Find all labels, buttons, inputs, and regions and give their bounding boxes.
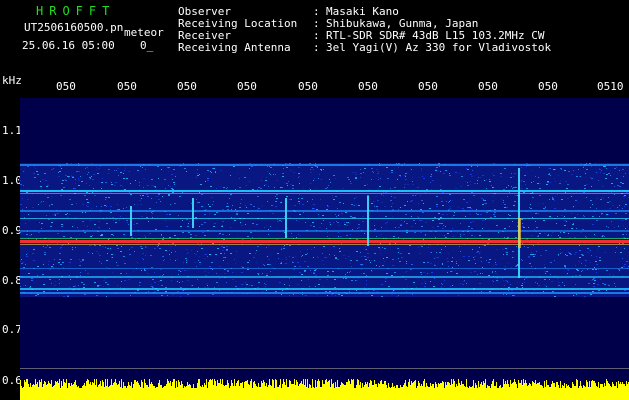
mode-label: meteor — [124, 26, 164, 39]
x-tick-label: 050 — [56, 80, 76, 93]
antenna-label: Receiving Antenna — [178, 41, 291, 54]
y-tick-label: 0.9 — [2, 224, 22, 237]
y-axis-unit: kHz — [2, 74, 22, 87]
x-tick-label: 050 — [117, 80, 137, 93]
x-tick-label: 050 — [358, 80, 378, 93]
file-name: UT2506160500.pn — [24, 21, 124, 34]
antenna-value: 3el Yagi(V) Az 330 for Vladivostok — [326, 41, 552, 54]
spectrogram-plot — [20, 98, 629, 400]
x-tick-label: 050 — [298, 80, 318, 93]
y-tick-label: 0.6 — [2, 374, 22, 387]
y-tick-label: 0.8 — [2, 274, 22, 287]
extra-label: 0_ — [140, 39, 154, 52]
x-tick-label: 0510 — [597, 80, 624, 93]
x-tick-label: 050 — [418, 80, 438, 93]
y-tick-label: 0.7 — [2, 323, 22, 336]
x-tick-label: 050 — [538, 80, 558, 93]
app-brand: HROFFT — [36, 4, 116, 18]
x-tick-label: 050 — [237, 80, 257, 93]
antenna-sep: : — [313, 41, 320, 54]
x-tick-label: 050 — [478, 80, 498, 93]
spectrogram-canvas — [20, 163, 629, 400]
y-tick-label: 1.1 — [2, 124, 22, 137]
date-time: 25.06.16 05:00 — [22, 39, 115, 52]
x-tick-label: 050 — [177, 80, 197, 93]
y-tick-label: 1.0 — [2, 174, 22, 187]
spectrogram-window: HROFFT UT2506160500.pn meteor 25.06.16 0… — [0, 0, 629, 400]
